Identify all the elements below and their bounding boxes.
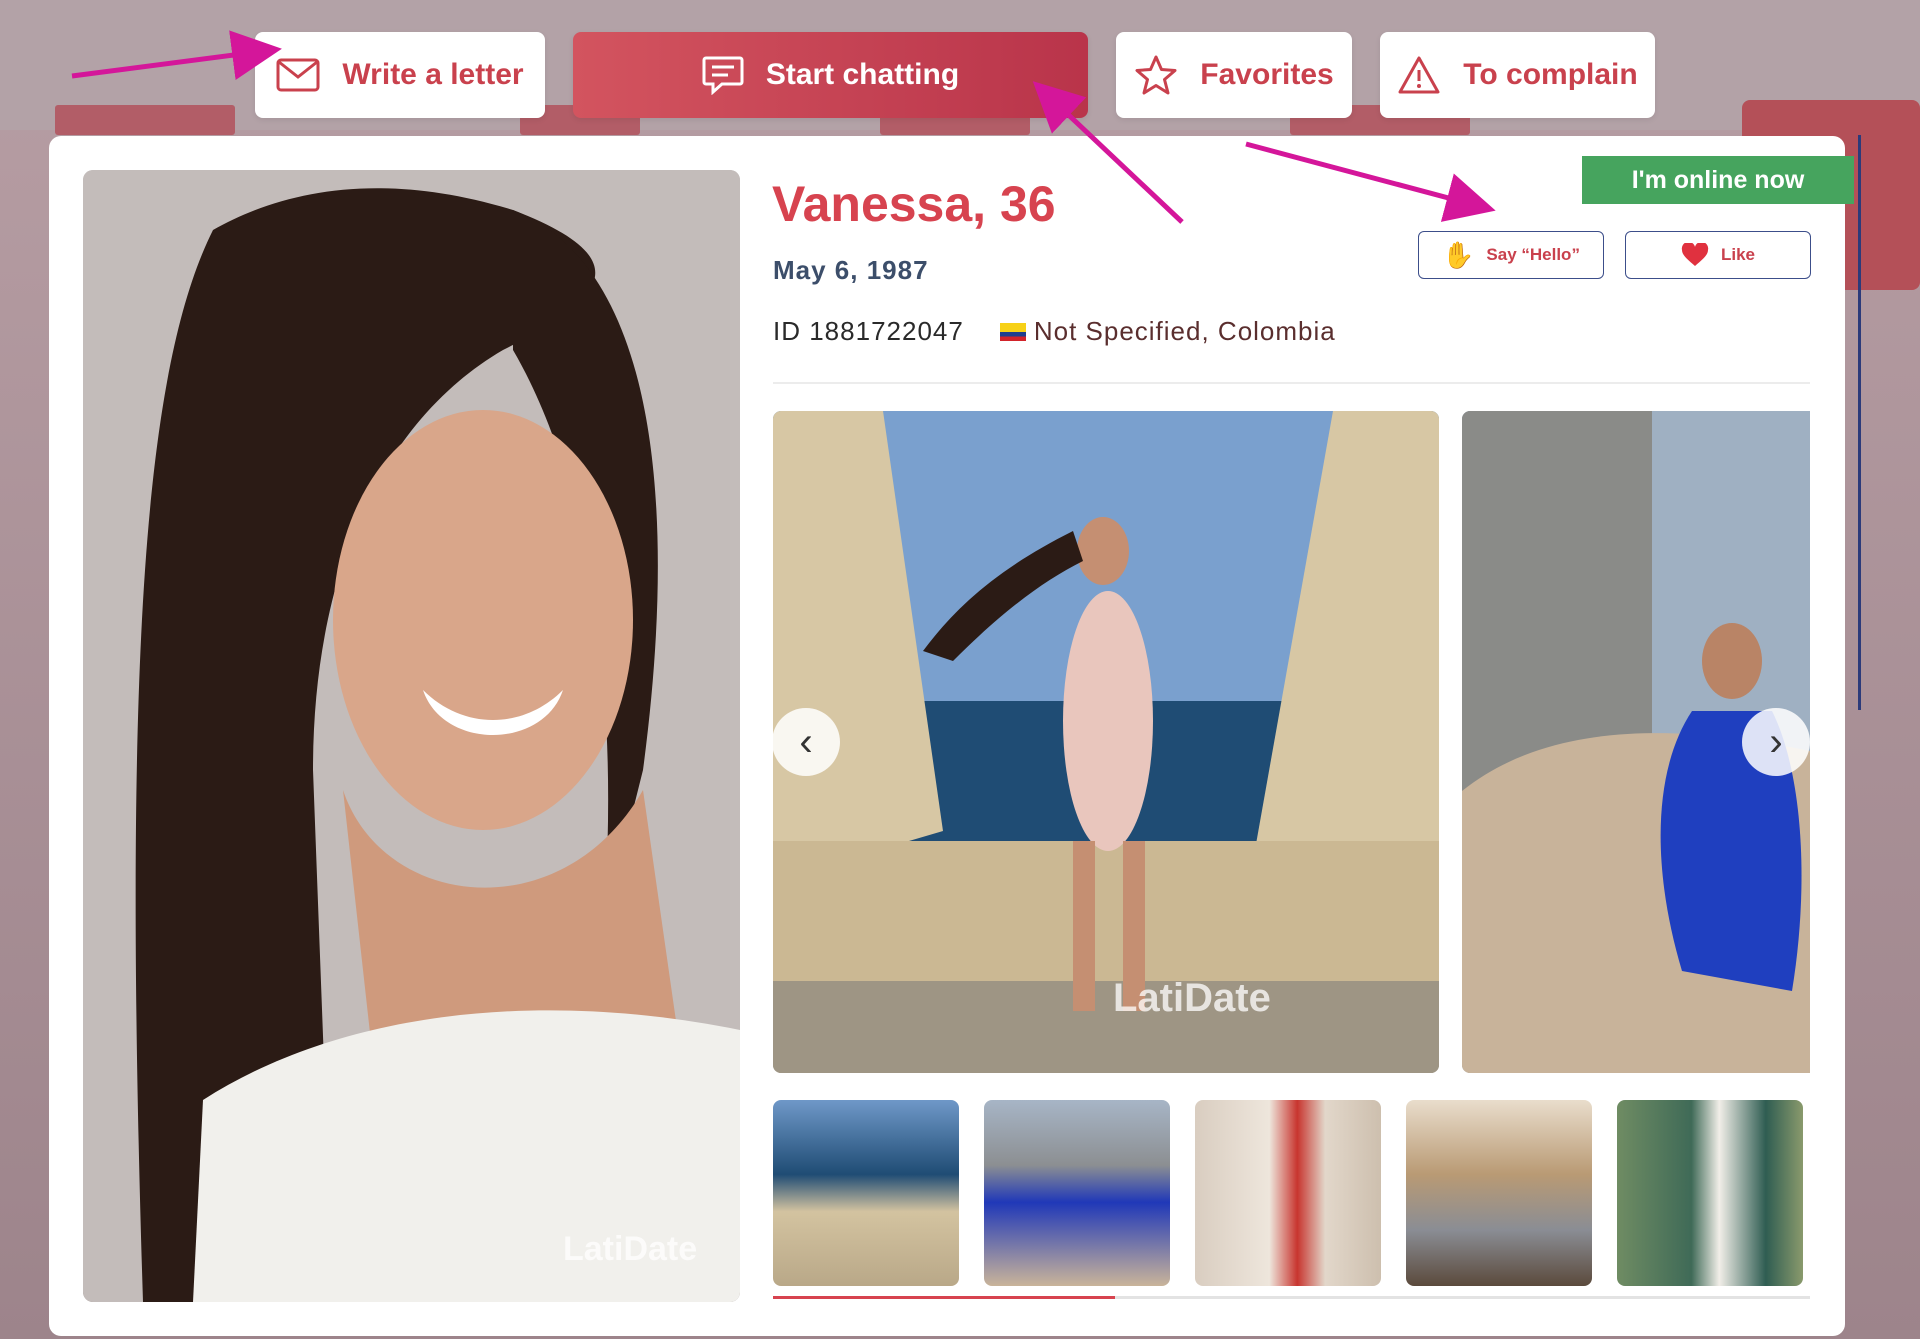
favorites-button[interactable]: Favorites [1116,32,1352,118]
profile-location: Not Specified, Colombia [999,316,1336,347]
thumbnail-strip [773,1100,1803,1286]
say-hello-button[interactable]: ✋ Say “Hello” [1418,231,1604,279]
gallery-thumbnail[interactable] [1617,1100,1803,1286]
warning-icon [1398,56,1440,94]
background-bar [55,105,235,135]
envelope-icon [276,58,320,92]
write-letter-button[interactable]: Write a letter [255,32,545,118]
write-letter-label: Write a letter [342,58,524,91]
chevron-left-icon: ‹ [799,719,813,764]
colombia-flag-icon [999,322,1026,341]
heart-icon [1681,243,1709,266]
gallery-photo-illustration [773,411,1439,1073]
gallery-main-photo[interactable]: LatiDate [773,411,1439,1073]
gallery-prev-button[interactable]: ‹ [772,708,840,776]
gallery-thumbnail[interactable] [773,1100,959,1286]
profile-location-text: Not Specified, Colombia [1033,316,1336,346]
portrait-illustration [83,170,740,1302]
thumbnail-scroll-progress [773,1296,1116,1299]
profile-id: ID 1881722047 [773,316,964,346]
gallery-thumbnail[interactable] [1406,1100,1592,1286]
favorites-label: Favorites [1200,58,1334,91]
gallery-thumbnail[interactable] [1195,1100,1381,1286]
like-button[interactable]: Like [1625,231,1811,279]
say-hello-label: Say “Hello” [1486,245,1580,264]
gallery-thumbnail[interactable] [984,1100,1170,1286]
gallery-watermark: LatiDate [1113,976,1271,1020]
star-icon [1135,55,1177,95]
online-status-badge: I'm online now [1582,156,1854,204]
start-chatting-label: Start chatting [765,58,960,91]
thumbnail-scroll-track[interactable] [773,1296,1810,1299]
main-profile-photo[interactable]: LatiDate [83,170,740,1302]
gallery-next-button[interactable]: › [1742,708,1810,776]
profile-birth-date: May 6, 1987 [773,255,929,285]
profile-meta-row: ID 1881722047 Not Specified, Colombia [773,316,1336,347]
like-label: Like [1720,245,1756,264]
background-scrollbar [1858,135,1861,710]
profile-name-age: Vanessa, 36 [772,176,1056,232]
details-divider [773,382,1810,384]
complain-button[interactable]: To complain [1380,32,1655,118]
chat-bubble-icon [702,56,744,95]
photo-watermark: LatiDate [563,1230,698,1268]
start-chatting-button[interactable]: Start chatting [573,32,1088,118]
waving-hand-icon: ✋ [1442,239,1475,270]
chevron-right-icon: › [1769,719,1783,764]
complain-label: To complain [1463,58,1638,91]
